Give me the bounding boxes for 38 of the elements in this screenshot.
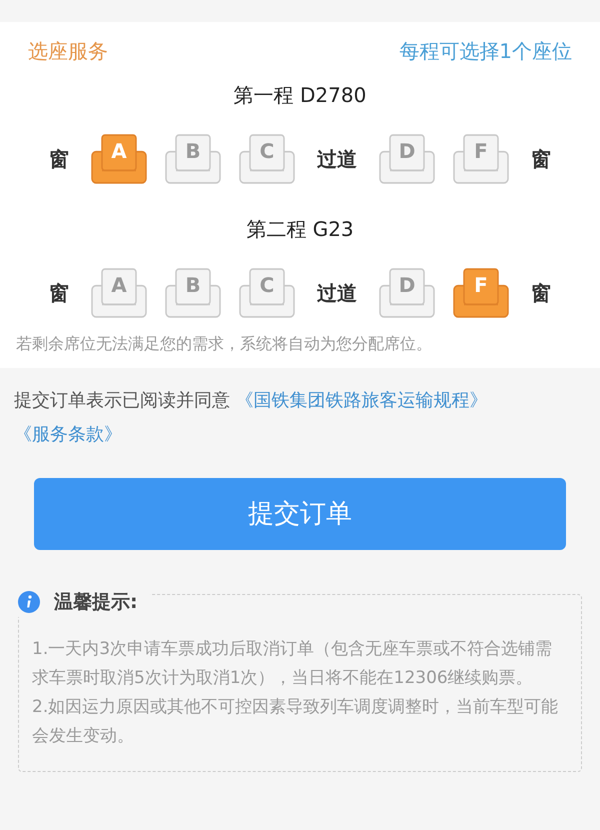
armchair-icon [91, 134, 147, 184]
armchair-icon [239, 134, 295, 184]
seat-button[interactable]: B [165, 268, 221, 318]
seat-button[interactable]: D [379, 268, 435, 318]
seat-button[interactable]: F [453, 268, 509, 318]
seat-button[interactable]: B [165, 134, 221, 184]
agreement-text: 提交订单表示已阅读并同意 《国铁集团铁路旅客运输规程》 《服务条款》 [14, 389, 489, 447]
agreement-link[interactable]: 《服务条款》 [14, 424, 122, 445]
seat-button[interactable]: F [453, 134, 509, 184]
seat-position-label: 过道 [316, 146, 358, 173]
submit-order-button[interactable]: 提交订单 [34, 478, 566, 550]
seat-position-label: 窗 [48, 280, 70, 307]
seat-position-label: 窗 [530, 146, 552, 173]
armchair-icon [239, 268, 295, 318]
armchair-icon [379, 268, 435, 318]
seat-button[interactable]: C [239, 268, 295, 318]
armchair-icon [165, 268, 221, 318]
seat-limit-hint: 每程可选择1个座位 [399, 38, 572, 65]
seat-button[interactable]: A [91, 134, 147, 184]
leg-title: 第一程 D2780 [234, 83, 366, 107]
tip-text: 2.如因运力原因或其他不可控因素导致列车调度调整时，当前车型可能会发生变动。 [32, 696, 560, 748]
seat-button[interactable]: C [239, 134, 295, 184]
seat-button[interactable]: A [91, 268, 147, 318]
seat-position-label: 过道 [316, 280, 358, 307]
seat-position-label: 窗 [530, 280, 552, 307]
tip-text: 1.一天内3次申请车票成功后取消订单（包含无座车票或不符合选铺需求车票时取消5次计为取消1次），当日将不能在12306继续购票。 [32, 638, 554, 690]
leg-title: 第二程 G23 [246, 217, 354, 241]
agreement-link[interactable]: 《国铁集团铁路旅客运输规程》 [236, 390, 488, 411]
section-title: 选座服务 [28, 38, 108, 65]
armchair-icon [453, 134, 509, 184]
tips-title: 温馨提示: [54, 590, 138, 615]
armchair-icon [379, 134, 435, 184]
armchair-icon [453, 268, 509, 318]
seat-position-label: 窗 [48, 146, 70, 173]
seat-button[interactable]: D [379, 134, 435, 184]
armchair-icon [91, 268, 147, 318]
armchair-icon [165, 134, 221, 184]
seat-note: 若剩余席位无法满足您的需求，系统将自动为您分配席位。 [15, 333, 433, 355]
